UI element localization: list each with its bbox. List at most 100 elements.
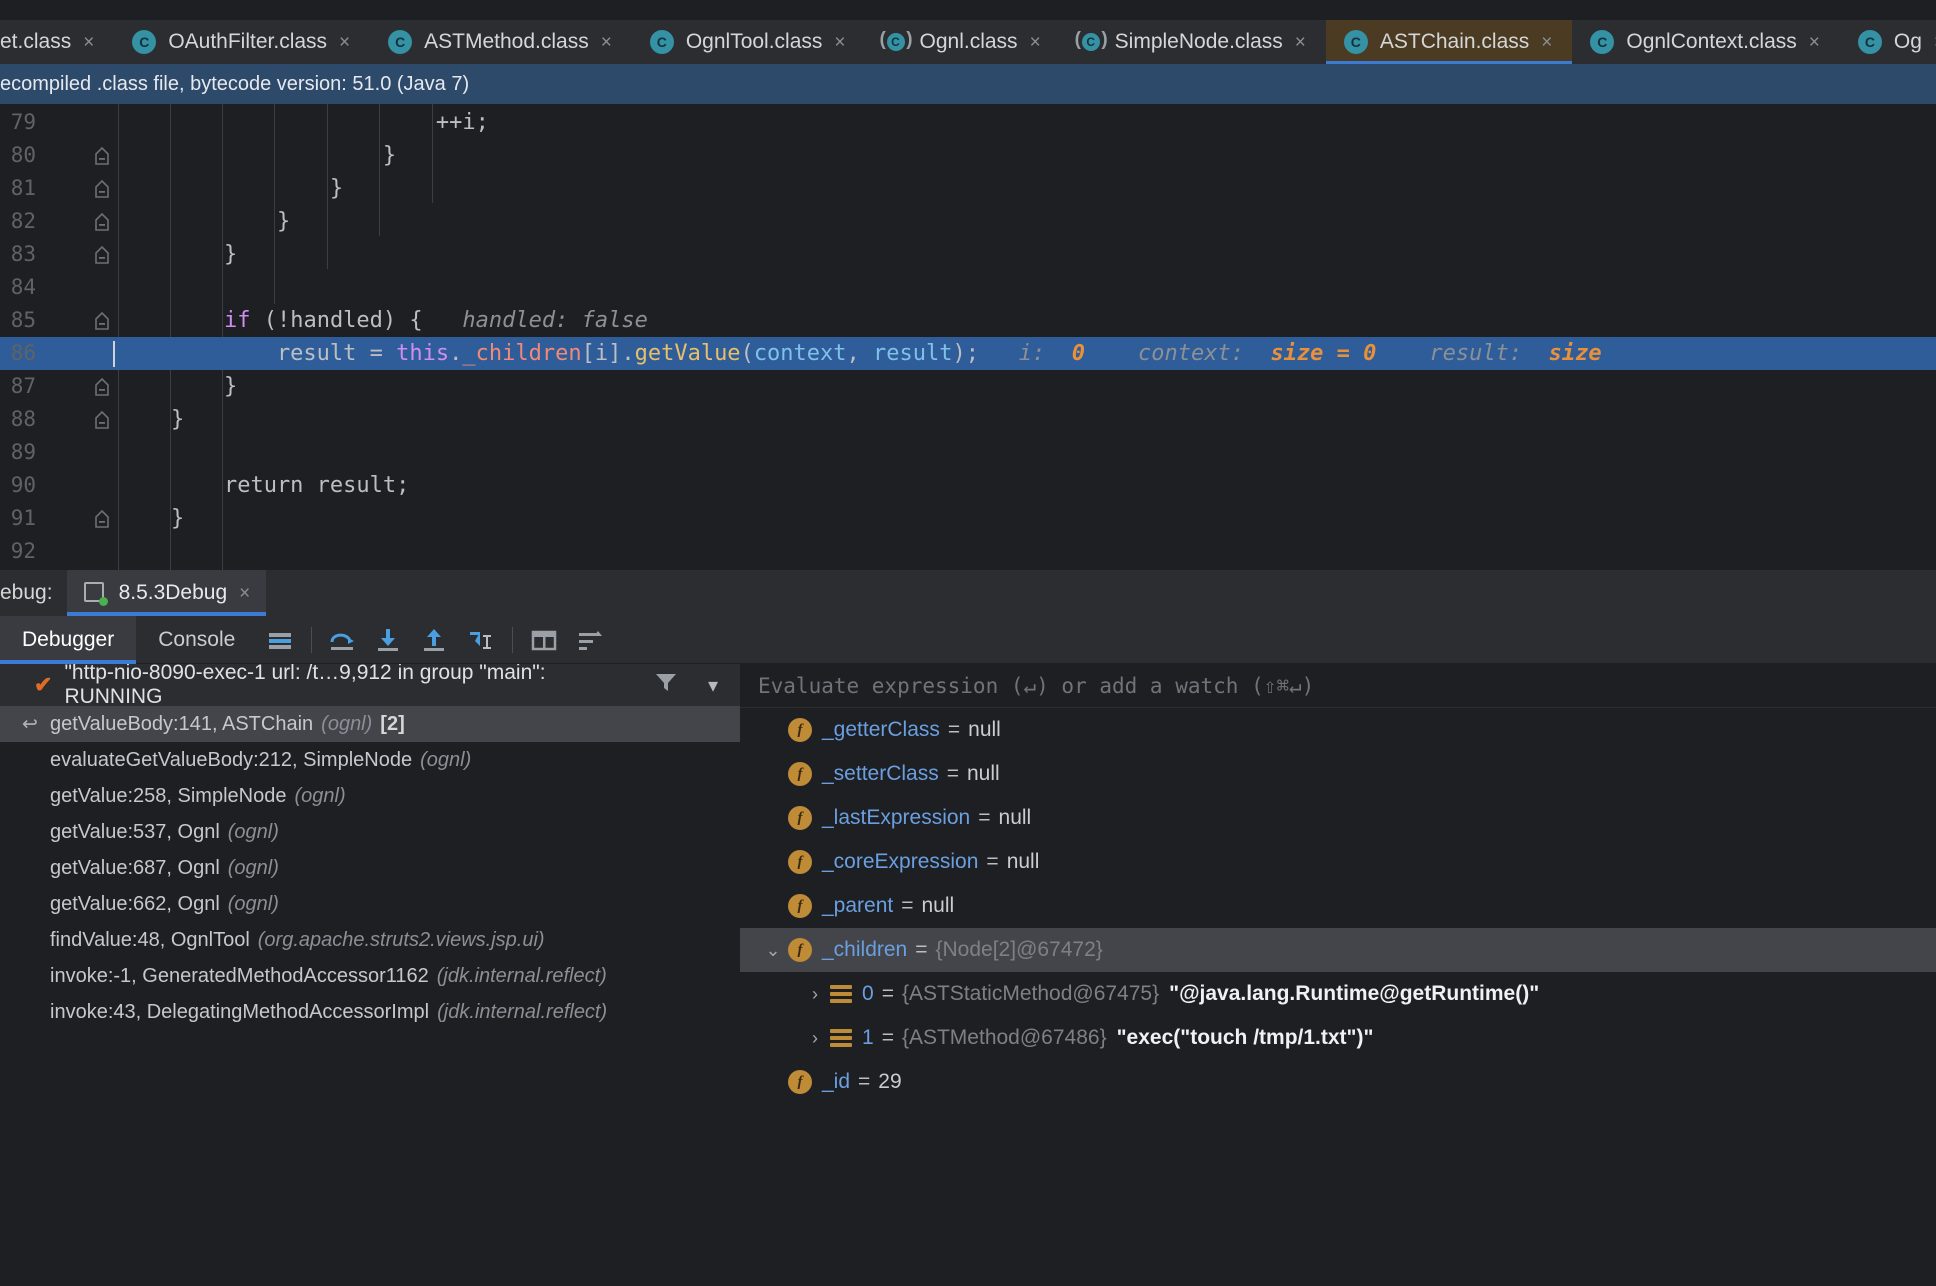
editor-tab-ognltool-class[interactable]: C OgnlTool.class ×: [632, 20, 866, 64]
code-editor[interactable]: 79 ++i; 80 } 81 } 82 } 83 } 84 85 if (!handled…: [0, 104, 1936, 570]
close-icon[interactable]: ×: [239, 584, 250, 603]
notification-text: ecompiled .class file, bytecode version:…: [0, 72, 470, 95]
editor-tab-label: ASTChain.class: [1379, 30, 1530, 53]
stack-frame-row[interactable]: invoke:-1, GeneratedMethodAccessor1162 (j…: [0, 958, 740, 994]
editor-tab-ognlcontext-class[interactable]: C OgnlContext.class ×: [1572, 20, 1840, 64]
equals-sign: =: [947, 718, 961, 741]
class-icon: C: [388, 30, 413, 54]
stack-frame-row[interactable]: evaluateGetValueBody:212, SimpleNode (ogn…: [0, 742, 740, 778]
stack-frame-row[interactable]: getValue:258, SimpleNode (ognl): [0, 778, 740, 814]
code-fold-icon[interactable]: [92, 205, 112, 238]
close-icon[interactable]: ×: [1295, 33, 1306, 52]
variable-row[interactable]: › 1 = {ASTMethod@67486} "exec("touch /tmp/1.…: [740, 1016, 1936, 1060]
variable-name: 1: [862, 1026, 874, 1049]
thread-status-text: "http-nio-8090-exec-1 url: /t…9,912 in g…: [64, 664, 546, 708]
variable-row[interactable]: ⌄ f _children = {Node[2]@67472}: [740, 928, 1936, 972]
stack-frame-row[interactable]: getValue:537, Ognl (ognl): [0, 814, 740, 850]
run-to-cursor-icon[interactable]: [458, 616, 504, 664]
frame-package: (ognl): [321, 712, 373, 735]
evaluate-expression-icon[interactable]: [521, 616, 567, 664]
variables-panel[interactable]: Evaluate expression (↵) or add a watch (…: [740, 664, 1936, 1286]
code-fold-icon[interactable]: [92, 304, 112, 337]
step-into-icon[interactable]: [366, 616, 412, 664]
editor-tab-et-class[interactable]: et.class ×: [0, 20, 114, 64]
debug-toolwindow-header: ebug: 8.5.3Debug ×: [0, 570, 1936, 616]
variable-row[interactable]: f _coreExpression = null: [740, 840, 1936, 884]
code-fold-icon[interactable]: [92, 172, 112, 205]
chevron-right-icon[interactable]: ›: [800, 1028, 830, 1049]
close-icon[interactable]: ×: [83, 33, 94, 52]
editor-line-text: }: [118, 407, 185, 432]
close-icon[interactable]: ×: [1541, 33, 1552, 52]
code-fold-icon[interactable]: [92, 370, 112, 403]
equals-sign: =: [915, 938, 928, 961]
frames-panel[interactable]: ✔ "http-nio-8090-exec-1 url: /t…9,912 in …: [0, 664, 740, 1286]
editor-line[interactable]: [0, 271, 1936, 304]
variable-row[interactable]: f _getterClass = null: [740, 708, 1936, 752]
field-icon: f: [788, 718, 812, 742]
equals-sign: =: [901, 894, 914, 917]
line-number: 90: [10, 473, 36, 497]
editor-tab-astmethod-class[interactable]: C ASTMethod.class ×: [370, 20, 632, 64]
frame-package: (org.apache.struts2.views.jsp.ui): [257, 928, 545, 951]
stack-frame-row[interactable]: findValue:48, OgnlTool (org.apache.struts…: [0, 922, 740, 958]
editor-line[interactable]: [0, 370, 1936, 403]
variable-row[interactable]: f _parent = null: [740, 884, 1936, 928]
editor-line[interactable]: [0, 205, 1936, 238]
filter-icon[interactable]: [654, 671, 678, 699]
stack-frame-row[interactable]: getValue:687, Ognl (ognl): [0, 850, 740, 886]
thread-selector[interactable]: ✔ "http-nio-8090-exec-1 url: /t…9,912 in …: [0, 664, 740, 708]
close-icon[interactable]: ×: [834, 33, 845, 52]
stack-frame-row[interactable]: getValue:662, Ognl (ognl): [0, 886, 740, 922]
tab-debugger[interactable]: Debugger: [0, 615, 137, 664]
editor-line-text: }: [118, 374, 238, 399]
editor-tab-label: SimpleNode.class: [1114, 30, 1283, 53]
debug-session-label: 8.5.3Debug: [118, 581, 228, 604]
editor-line[interactable]: [0, 436, 1936, 469]
editor-line[interactable]: [0, 502, 1936, 535]
editor-line-text: if (!handled) { handled: false: [223, 308, 648, 333]
editor-tab-simplenode-class[interactable]: C SimpleNode.class ×: [1061, 20, 1326, 64]
editor-tab-oauthfilter-class[interactable]: C OAuthFilter.class ×: [114, 20, 370, 64]
editor-tab-ognl-class[interactable]: C Ognl.class ×: [866, 20, 1061, 64]
variable-value: null: [966, 762, 1000, 785]
line-number: 81: [10, 176, 36, 200]
editor-line[interactable]: [0, 535, 1936, 568]
sort-variables-icon[interactable]: [567, 616, 613, 664]
close-icon[interactable]: ×: [601, 33, 612, 52]
editor-tab-og[interactable]: COg×: [1840, 20, 1936, 64]
frame-method: getValue:662, Ognl: [50, 892, 220, 915]
close-icon[interactable]: ×: [1809, 33, 1820, 52]
layout-settings-icon[interactable]: [257, 616, 303, 664]
close-icon[interactable]: ×: [339, 33, 350, 52]
stack-frame-row[interactable]: invoke:43, DelegatingMethodAccessorImpl (…: [0, 994, 740, 1030]
variable-row[interactable]: › 0 = {ASTStaticMethod@67475} "@java.lang.Ru…: [740, 972, 1936, 1016]
variable-row[interactable]: f _setterClass = null: [740, 752, 1936, 796]
field-icon: f: [788, 762, 812, 786]
tab-console[interactable]: Console: [136, 616, 257, 664]
debug-window-label: ebug:: [0, 581, 53, 604]
field-icon: f: [788, 938, 812, 962]
editor-tab-label: OgnlTool.class: [685, 30, 823, 53]
code-fold-icon[interactable]: [92, 502, 112, 535]
variable-row[interactable]: f _id = 29: [740, 1060, 1936, 1104]
stack-frame-row[interactable]: ↩ getValueBody:141, ASTChain (ognl) [2]: [0, 706, 740, 742]
editor-line[interactable]: [0, 238, 1936, 271]
frame-package: (ognl): [227, 892, 279, 915]
code-fold-icon[interactable]: [92, 403, 112, 436]
chevron-right-icon[interactable]: ›: [800, 984, 830, 1005]
step-over-icon[interactable]: [320, 616, 366, 664]
debug-session-tab[interactable]: 8.5.3Debug ×: [66, 570, 267, 616]
close-icon[interactable]: ×: [1030, 33, 1041, 52]
code-fold-icon[interactable]: [92, 238, 112, 271]
editor-tab-astchain-class[interactable]: C ASTChain.class ×: [1325, 20, 1573, 64]
class-icon: C: [1075, 29, 1108, 54]
step-out-icon[interactable]: [412, 616, 458, 664]
editor-line[interactable]: [0, 403, 1936, 436]
chevron-down-icon[interactable]: ⌄: [758, 940, 788, 961]
chevron-down-icon[interactable]: ▾: [708, 673, 718, 698]
evaluate-expression-input[interactable]: Evaluate expression (↵) or add a watch (…: [740, 664, 1936, 708]
variable-row[interactable]: f _lastExpression = null: [740, 796, 1936, 840]
code-fold-icon[interactable]: [92, 139, 112, 172]
line-number: 79: [10, 110, 36, 134]
